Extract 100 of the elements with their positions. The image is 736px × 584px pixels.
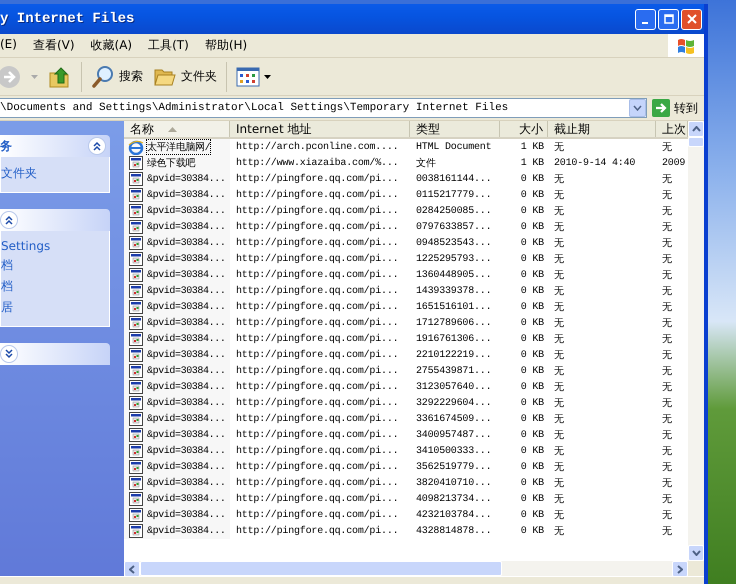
menu-item[interactable]: 帮助(H)	[196, 37, 256, 54]
toggle-button[interactable]	[0, 211, 18, 229]
magnifier-icon	[91, 64, 115, 88]
close-button[interactable]	[681, 8, 702, 30]
column-header[interactable]: 截止期	[548, 121, 656, 137]
chevron-right-icon	[677, 564, 683, 574]
table-cell: http://arch.pconline.com....	[236, 142, 398, 152]
table-cell-text: 无	[662, 525, 672, 538]
table-cell: 1916761306...	[416, 334, 492, 344]
close-icon	[686, 14, 696, 24]
table-cell: 0 KB	[520, 206, 544, 216]
table-cell: http://pingfore.qq.com/pi...	[236, 526, 398, 536]
task-link[interactable]: 文件夹	[1, 165, 109, 182]
chevron-down-icon	[4, 349, 14, 359]
table-cell: 0 KB	[520, 478, 544, 488]
column-header[interactable]: Internet 地址	[230, 121, 410, 137]
table-cell: http://pingfore.qq.com/pi...	[236, 222, 398, 232]
menu-item[interactable]: 工具(T)	[140, 37, 197, 54]
table-cell: 0 KB	[520, 270, 544, 280]
table-cell: 0038161144...	[416, 174, 492, 184]
table-cell: 2210122219...	[416, 350, 492, 360]
maximize-button[interactable]	[658, 8, 679, 30]
table-cell-text: 无	[554, 205, 564, 218]
menu-item[interactable]: 收藏(A)	[82, 37, 140, 54]
table-cell: 0 KB	[520, 510, 544, 520]
horizontal-scrollbar[interactable]	[124, 561, 704, 576]
folders-button[interactable]: 文件夹	[150, 62, 220, 90]
table-cell-text: 无	[554, 269, 564, 282]
minimize-button[interactable]	[635, 8, 656, 30]
forward-arrow-icon	[0, 64, 21, 88]
table-cell-text: 无	[662, 397, 672, 410]
table-cell: http://pingfore.qq.com/pi...	[236, 350, 398, 360]
column-header[interactable]: 类型	[410, 121, 500, 137]
task-link[interactable]: Settings	[1, 239, 109, 253]
toggle-button[interactable]	[88, 137, 106, 155]
arrow-right-icon	[652, 99, 670, 117]
go-button[interactable]: 转到	[650, 99, 704, 117]
scroll-left-button[interactable]	[124, 561, 140, 577]
menu-item[interactable]: 查看(V)	[24, 37, 83, 54]
table-cell-text: 无	[662, 253, 672, 266]
scroll-down-button[interactable]	[688, 545, 704, 561]
scroll-up-button[interactable]	[688, 121, 704, 137]
search-button[interactable]: 搜索	[88, 62, 146, 90]
scroll-right-button[interactable]	[672, 561, 688, 577]
table-cell: 0 KB	[520, 398, 544, 408]
table-cell-text: 无	[554, 237, 564, 250]
table-cell: 0 KB	[520, 174, 544, 184]
menu-item[interactable]: (E)	[0, 37, 25, 54]
panel-header[interactable]: 务	[0, 135, 110, 157]
table-cell: 3123057640...	[416, 382, 492, 392]
toggle-button[interactable]	[0, 345, 18, 363]
table-cell: 0284250085...	[416, 206, 492, 216]
table-cell: HTML Document	[416, 142, 492, 152]
table-cell: http://pingfore.qq.com/pi...	[236, 366, 398, 376]
address-field[interactable]: \Documents and Settings\Administrator\Local Settings\Temporary Internet Files	[0, 98, 647, 118]
table-cell-text: 无	[554, 477, 564, 490]
chevron-left-icon	[129, 564, 135, 574]
table-cell: 1651516101...	[416, 302, 492, 312]
chevron-down-icon	[633, 105, 642, 111]
table-cell-text: 无	[554, 509, 564, 522]
table-cell-text: 无	[662, 381, 672, 394]
scroll-thumb[interactable]	[140, 561, 502, 576]
table-cell: 3361674509...	[416, 414, 492, 424]
table-cell: http://pingfore.qq.com/pi...	[236, 414, 398, 424]
table-cell: http://pingfore.qq.com/pi...	[236, 286, 398, 296]
table-cell: 0 KB	[520, 190, 544, 200]
dropdown-caret-icon	[264, 74, 271, 78]
table-cell-text: 无	[554, 493, 564, 506]
table-cell: 3292229604...	[416, 398, 492, 408]
table-cell-text: 无	[662, 493, 672, 506]
task-link[interactable]: 档	[1, 278, 109, 295]
table-cell: http://pingfore.qq.com/pi...	[236, 270, 398, 280]
table-cell-text: 无	[662, 269, 672, 282]
table-cell: 3410500333...	[416, 446, 492, 456]
table-cell-text: 无	[554, 189, 564, 202]
table-cell: http://pingfore.qq.com/pi...	[236, 318, 398, 328]
column-header[interactable]: 大小	[500, 121, 548, 137]
table-cell-text: 无	[554, 285, 564, 298]
table-cell: 1 KB	[520, 142, 544, 152]
chevron-up-icon	[92, 141, 102, 151]
table-cell: 0 KB	[520, 318, 544, 328]
table-cell-text: 无	[554, 301, 564, 314]
table-cell: http://pingfore.qq.com/pi...	[236, 206, 398, 216]
table-cell: http://pingfore.qq.com/pi...	[236, 430, 398, 440]
column-header[interactable]: 名称	[124, 121, 230, 137]
table-cell: 1439339378...	[416, 286, 492, 296]
table-cell: http://pingfore.qq.com/pi...	[236, 190, 398, 200]
scroll-thumb[interactable]	[688, 137, 704, 147]
chevron-up-icon	[692, 126, 700, 132]
vertical-scrollbar[interactable]	[688, 121, 704, 561]
table-cell-text: 无	[554, 173, 564, 186]
view-grid-icon	[236, 66, 260, 88]
task-link[interactable]: 居	[1, 299, 109, 316]
task-link[interactable]: 档	[1, 257, 109, 274]
table-cell-text: 无	[554, 397, 564, 410]
table-cell: 0797633857...	[416, 222, 492, 232]
dropdown-button[interactable]	[629, 99, 646, 117]
table-cell-text: 无	[662, 141, 672, 154]
table-cell: http://pingfore.qq.com/pi...	[236, 446, 398, 456]
table-cell: 0 KB	[520, 254, 544, 264]
